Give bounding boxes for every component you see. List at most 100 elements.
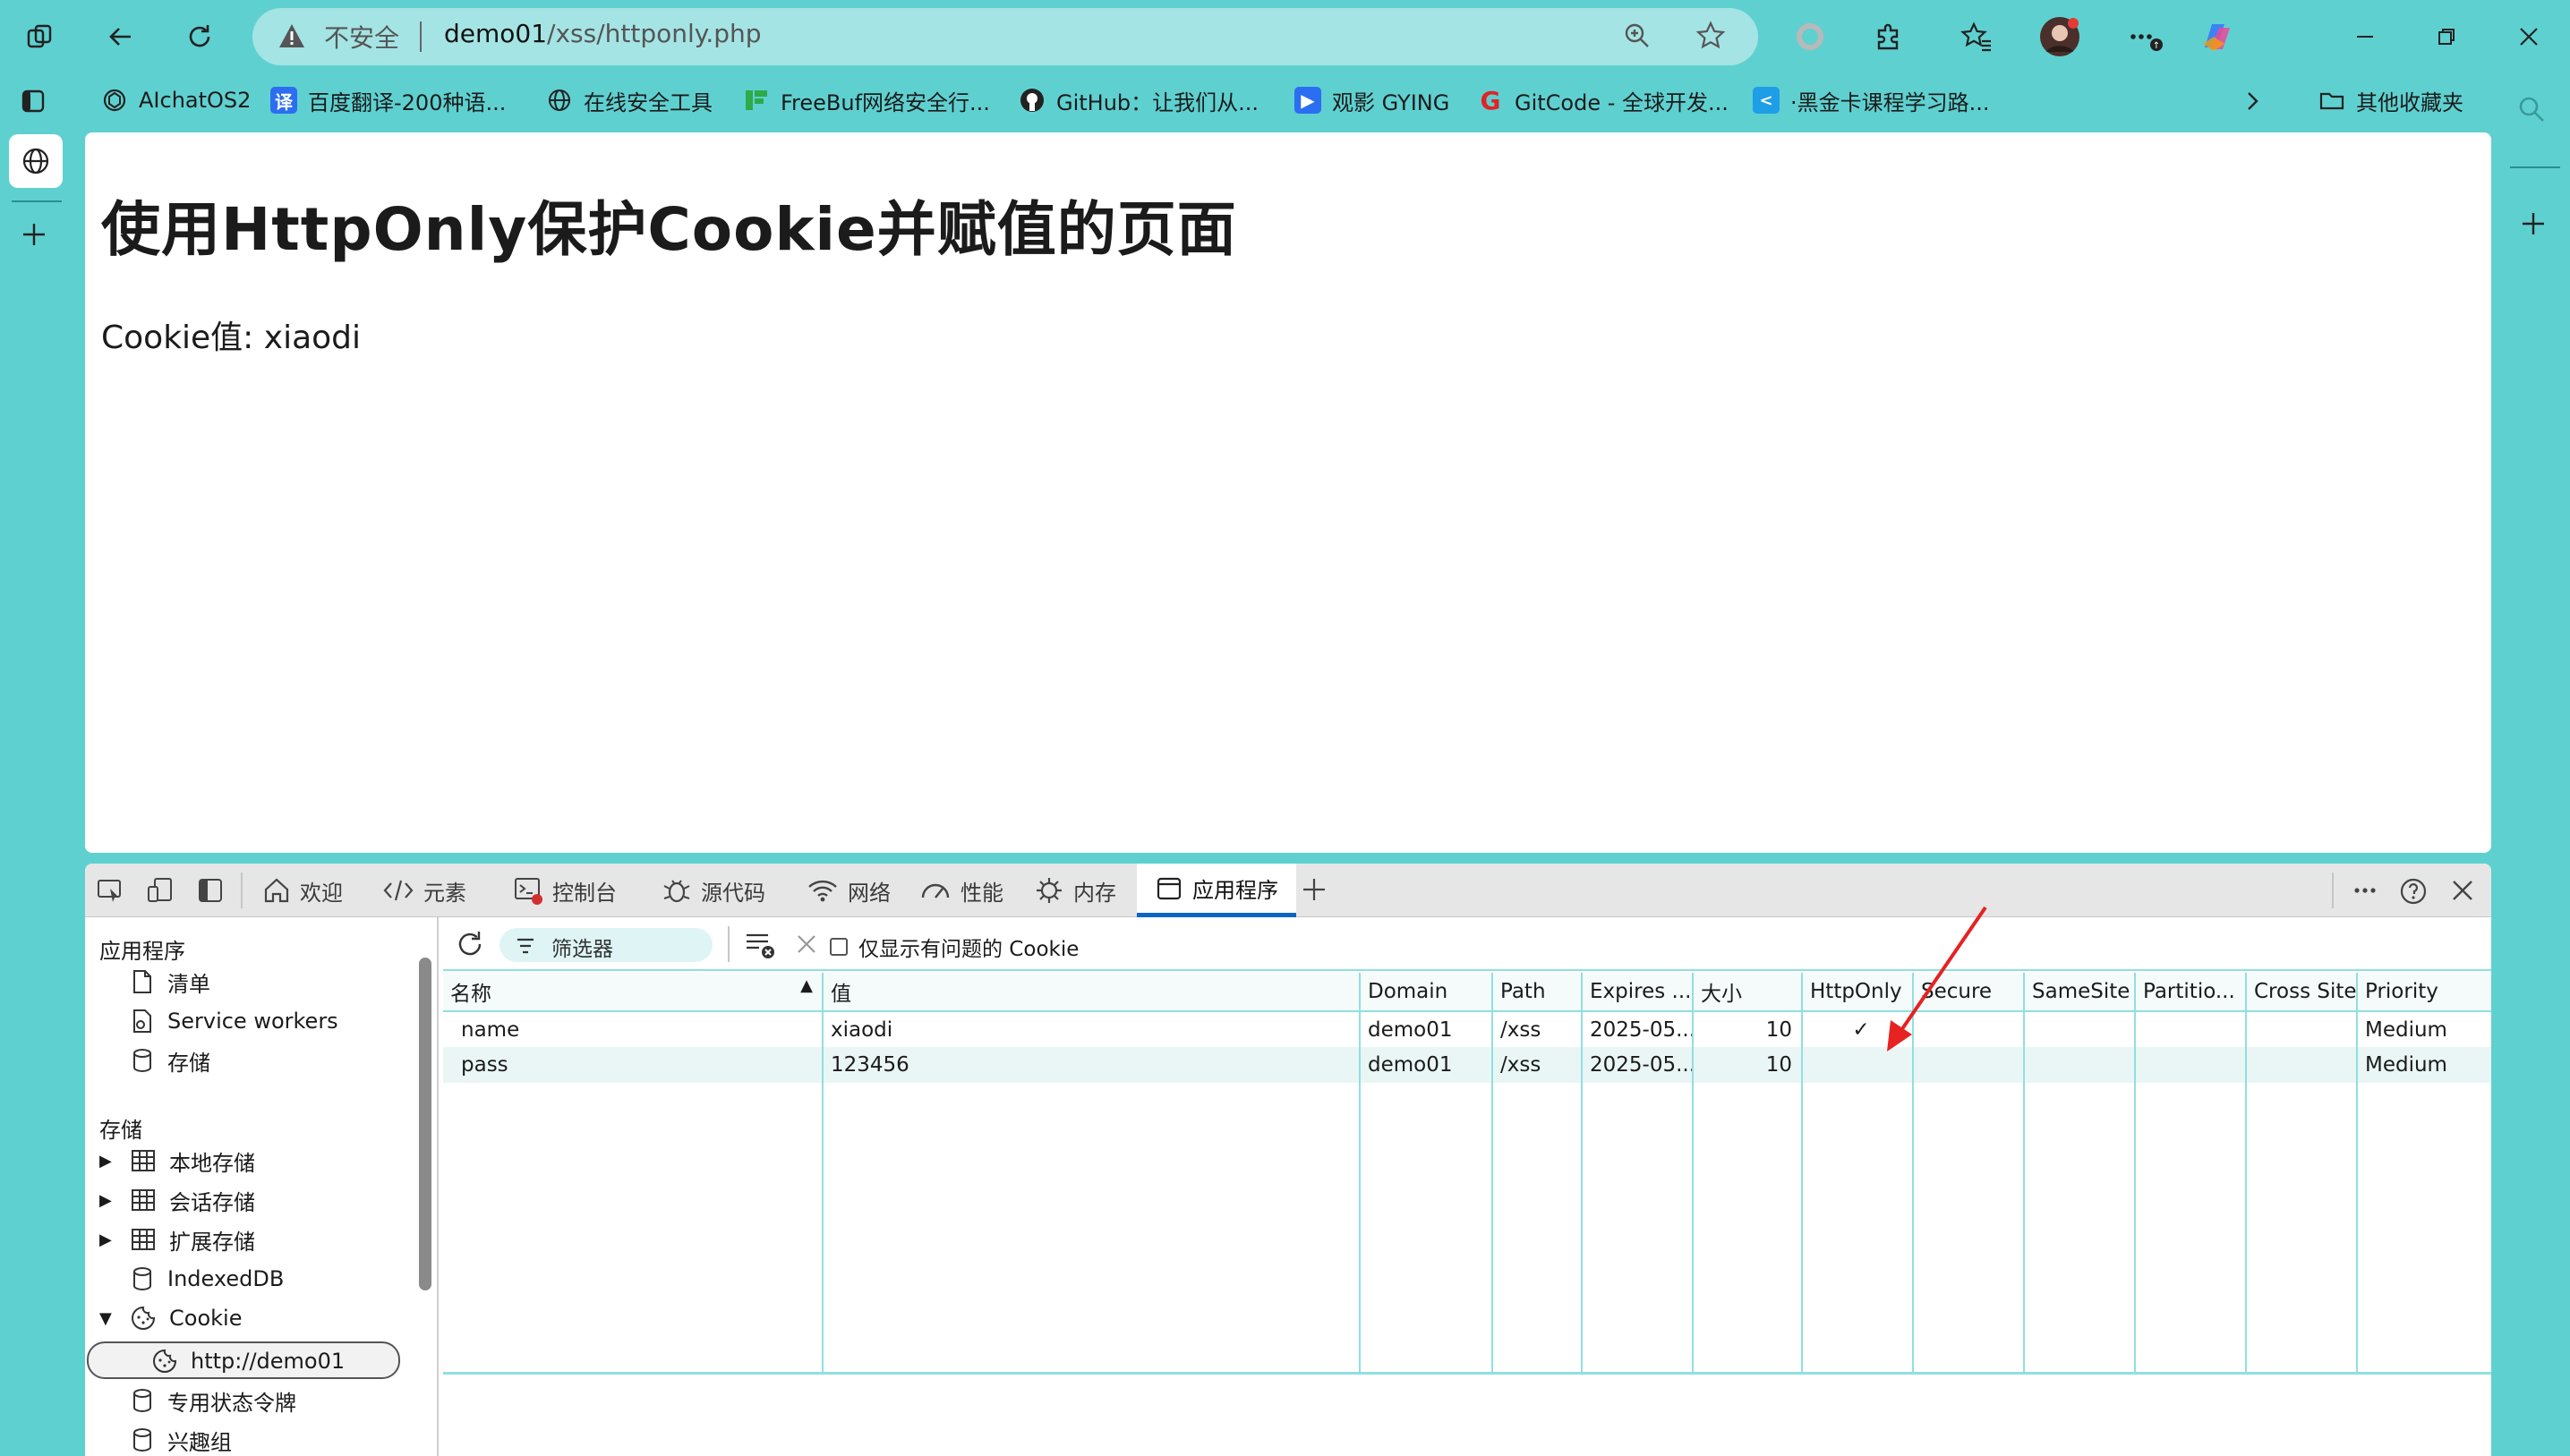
sidebar-item-cookie-origin[interactable]: http://demo01	[87, 1341, 400, 1379]
column-header-cross-site[interactable]: Cross Site	[2246, 973, 2358, 1012]
sidebar-item-manifest[interactable]: 清单	[130, 964, 210, 1000]
cell-priority: Medium	[2357, 1047, 2491, 1083]
expand-triangle-icon[interactable]: ▶	[99, 1230, 117, 1249]
cell-path: /xss	[1492, 1011, 1583, 1047]
other-bookmarks-folder[interactable]: 其他收藏夹	[2318, 81, 2463, 120]
add-sidebar-app-plus-icon[interactable]	[2517, 208, 2549, 240]
sidebar-scrollbar-thumb[interactable]	[419, 958, 431, 1290]
warning-icon[interactable]	[277, 22, 306, 49]
column-header-priority[interactable]: Priority	[2357, 973, 2491, 1012]
delete-selected-icon[interactable]	[794, 932, 819, 957]
filter-input[interactable]: 筛选器	[499, 928, 713, 962]
extensions-puzzle-icon[interactable]	[1866, 14, 1911, 59]
column-header-path[interactable]: Path	[1492, 973, 1583, 1012]
bookmark-item[interactable]: AIchatOS2	[101, 81, 251, 120]
table-row[interactable]: name xiaodi demo01 /xss 2025-05... 10 ✓ …	[443, 1011, 2491, 1047]
tab-elements[interactable]: 元素	[382, 864, 466, 917]
tab-memory[interactable]: 内存	[1034, 864, 1116, 917]
database-icon	[133, 1428, 151, 1452]
cookie-preview-pane	[443, 1372, 2491, 1456]
column-header-size[interactable]: 大小	[1693, 973, 1803, 1012]
devtools-more-icon[interactable]	[2350, 876, 2380, 905]
memory-chip-icon	[1037, 878, 1062, 903]
bookmark-item[interactable]: G GitCode - 全球开发...	[1477, 81, 1729, 120]
expand-triangle-icon[interactable]: ▶	[99, 1191, 117, 1210]
search-icon[interactable]	[2515, 93, 2548, 125]
back-icon[interactable]	[98, 14, 143, 59]
dock-side-icon[interactable]	[196, 876, 225, 905]
sidebar-item-interest-groups[interactable]: 兴趣组	[130, 1422, 232, 1456]
workspaces-icon[interactable]	[18, 14, 63, 59]
close-devtools-icon[interactable]	[2448, 876, 2477, 905]
sidebar-item-indexeddb[interactable]: IndexedDB	[130, 1261, 284, 1297]
filter-icon	[517, 938, 534, 954]
tab-welcome[interactable]: 欢迎	[262, 864, 343, 917]
tab-separator	[241, 873, 243, 908]
sidebar-item-private-state-tokens[interactable]: 专用状态令牌	[130, 1383, 296, 1418]
column-header-domain[interactable]: Domain	[1360, 973, 1493, 1012]
address-bar[interactable]: 不安全 demo01/xss/httponly.php	[252, 8, 1758, 65]
active-tab-globe-icon[interactable]	[9, 134, 63, 188]
sidebar-item-extension-storage[interactable]: ▶ 扩展存储	[99, 1222, 255, 1257]
bookmark-item[interactable]: GitHub：让我们从...	[1019, 81, 1259, 120]
rail-divider	[2510, 166, 2560, 168]
favorites-icon[interactable]	[1954, 14, 1999, 59]
bookmarks-overflow-chevron-icon[interactable]	[2241, 88, 2266, 115]
collapse-triangle-icon[interactable]: ▼	[99, 1309, 117, 1328]
expand-triangle-icon[interactable]: ▶	[99, 1152, 117, 1171]
extension-circle-icon[interactable]	[1788, 14, 1832, 59]
collections-icon[interactable]	[20, 88, 47, 115]
table-filler-row	[443, 1083, 2491, 1399]
sidebar-item-service-workers[interactable]: Service workers	[130, 1003, 338, 1039]
gear-file-icon	[133, 1009, 151, 1033]
column-header-expires[interactable]: Expires ...	[1582, 973, 1694, 1012]
table-row[interactable]: pass 123456 demo01 /xss 2025-05... 10 Me…	[443, 1047, 2491, 1083]
cell-size: 10	[1693, 1047, 1803, 1083]
tab-application[interactable]: 应用程序	[1137, 864, 1296, 917]
favorite-star-icon[interactable]	[1695, 21, 1726, 51]
cell-value: 123456	[823, 1047, 1361, 1083]
sidebar-item-session-storage[interactable]: ▶ 会话存储	[99, 1182, 255, 1218]
security-label[interactable]: 不安全	[324, 19, 399, 55]
bookmark-item[interactable]: FreeBuf网络安全行...	[743, 81, 990, 120]
file-icon	[133, 970, 151, 993]
bookmark-item[interactable]: ▶ 观影 GYING	[1294, 81, 1449, 120]
url-text[interactable]: demo01/xss/httponly.php	[444, 19, 762, 48]
cookie-value-text: Cookie值: xiaodi	[101, 319, 362, 356]
column-header-samesite[interactable]: SameSite	[2024, 973, 2136, 1012]
tab-console[interactable]: 控制台	[513, 864, 617, 917]
bookmark-item[interactable]: 在线安全工具	[546, 81, 713, 120]
copilot-icon[interactable]	[2195, 14, 2240, 59]
checkbox-box[interactable]	[830, 938, 848, 956]
add-tab-plus-icon[interactable]	[1299, 874, 1329, 905]
column-header-value[interactable]: 值	[823, 973, 1361, 1012]
bookmark-item[interactable]: 译 百度翻译-200种语...	[270, 81, 506, 120]
more-menu-icon[interactable]: ↑	[2123, 14, 2168, 59]
profile-avatar[interactable]	[2037, 14, 2082, 59]
restore-icon[interactable]	[2424, 14, 2469, 59]
refresh-cookies-icon[interactable]	[454, 928, 486, 960]
inspect-element-icon[interactable]	[96, 876, 124, 905]
sidebar-item-cookies[interactable]: ▼ Cookie	[99, 1300, 242, 1336]
cell-samesite	[2024, 1011, 2136, 1047]
bookmark-item[interactable]: < ·黑金卡课程学习路...	[1753, 81, 1990, 120]
new-tab-plus-icon[interactable]	[18, 218, 50, 251]
device-emulation-icon[interactable]	[146, 876, 175, 905]
sidebar-item-local-storage[interactable]: ▶ 本地存储	[99, 1143, 255, 1179]
tab-network[interactable]: 网络	[807, 864, 891, 917]
cell-samesite	[2024, 1047, 2136, 1083]
cell-partition	[2135, 1011, 2247, 1047]
column-header-partition[interactable]: Partitio...	[2135, 973, 2247, 1012]
zoom-icon[interactable]	[1622, 21, 1652, 51]
column-header-name[interactable]: 名称 ▲	[443, 973, 824, 1012]
only-issues-checkbox[interactable]: 仅显示有问题的 Cookie	[830, 932, 1079, 962]
minimize-icon[interactable]	[2343, 14, 2387, 59]
close-window-icon[interactable]	[2506, 14, 2551, 59]
tab-performance[interactable]: 性能	[919, 864, 1003, 917]
refresh-icon[interactable]	[177, 14, 222, 59]
clear-all-cookies-icon[interactable]	[744, 930, 776, 960]
tab-sources[interactable]: 源代码	[662, 864, 765, 917]
sidebar-item-storage[interactable]: 存储	[130, 1043, 210, 1078]
help-icon[interactable]	[2398, 876, 2429, 907]
cell-name: name	[443, 1011, 824, 1047]
